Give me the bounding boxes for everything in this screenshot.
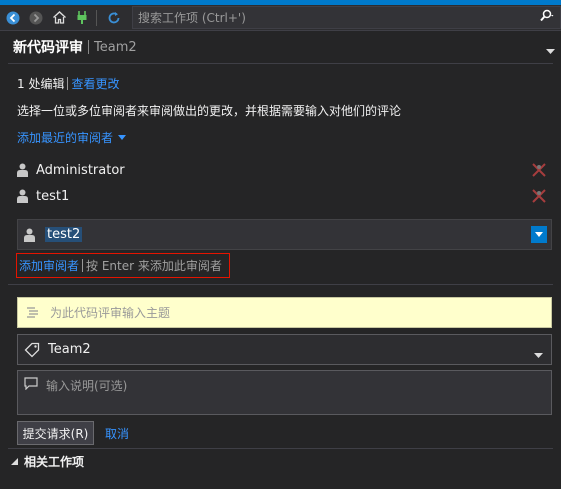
reviewer-name: Administrator [36,162,125,178]
submit-request-button[interactable]: 提交请求(R) [17,421,94,445]
subject-icon [27,306,38,318]
reviewer-input[interactable]: test2 [17,219,552,250]
description-placeholder: 输入说明(可选) [46,379,128,393]
search-placeholder: 搜索工作项 (Ctrl+') [138,11,246,25]
add-recent-reviewers-link[interactable]: 添加最近的审阅者 [17,129,113,146]
team-select[interactable]: Team2 [17,334,552,365]
header-menu-button[interactable] [546,43,555,57]
home-icon [52,11,66,24]
forward-arrow-icon [29,11,43,24]
remove-reviewer-button[interactable] [531,189,547,206]
forward-button[interactable] [26,8,46,28]
reviewer-row: test1 [17,186,553,206]
remove-user-icon [532,163,546,177]
back-arrow-icon [6,11,20,24]
edit-count: 1 处编辑 [17,77,65,91]
add-reviewer-hint-text: 按 Enter 来添加此审阅者 [86,259,222,273]
add-recent-reviewers[interactable]: 添加最近的审阅者 [17,129,127,146]
search-options[interactable] [538,9,556,23]
team-select-value: Team2 [48,342,91,357]
back-button[interactable] [3,8,23,28]
toolbar-separator [96,9,97,26]
remove-user-icon [532,189,546,203]
refresh-icon [108,11,120,23]
edits-separator [67,77,69,90]
search-box[interactable]: 搜索工作项 (Ctrl+') [132,6,561,29]
footer-divider [8,448,553,449]
edits-row: 1 处编辑 查看更改 [17,75,119,92]
refresh-button[interactable] [104,8,124,28]
header-divider [8,63,553,64]
title-divider [88,40,89,54]
instructions-text: 选择一位或多位审阅者来审阅做出的更改，并根据需要输入对他们的评论 [17,104,402,118]
search-icon [540,9,554,22]
chevron-down-icon [535,232,543,237]
reviewer-name: test1 [36,188,70,204]
user-icon [17,189,28,203]
related-work-items-label: 相关工作项 [24,455,85,469]
chevron-down-icon [546,49,555,54]
related-work-items-section[interactable]: 相关工作项 [11,453,84,470]
hint-separator [82,259,84,272]
add-reviewer-link[interactable]: 添加审阅者 [19,257,79,274]
section-divider [8,284,553,285]
team-select-arrow[interactable] [534,347,543,361]
connect-button[interactable] [72,8,92,28]
toolbar: 搜索工作项 (Ctrl+') [0,5,561,31]
reviewer-input-value[interactable]: test2 [45,227,83,242]
reviewer-dropdown-button[interactable] [531,226,547,243]
comment-icon [24,377,38,390]
user-icon [24,228,35,242]
plug-icon [77,11,87,24]
home-button[interactable] [49,8,69,28]
chevron-down-icon [534,353,543,358]
user-icon [17,163,28,177]
cancel-link[interactable]: 取消 [105,425,129,442]
team-name: Team2 [94,39,137,55]
reviewer-row: Administrator [17,160,553,180]
tag-icon [24,342,40,357]
description-input[interactable]: 输入说明(可选) [17,370,552,415]
chevron-down-icon [118,135,127,140]
view-changes-link[interactable]: 查看更改 [71,75,119,92]
page-header: 新代码评审 Team2 [0,33,561,61]
page-title: 新代码评审 [13,40,83,56]
add-reviewer-hint: 添加审阅者 按 Enter 来添加此审阅者 [16,253,230,278]
remove-reviewer-button[interactable] [531,163,547,180]
expand-triangle-icon [11,458,18,465]
subject-placeholder: 为此代码评审输入主题 [50,306,171,320]
subject-input[interactable]: 为此代码评审输入主题 [17,297,552,328]
